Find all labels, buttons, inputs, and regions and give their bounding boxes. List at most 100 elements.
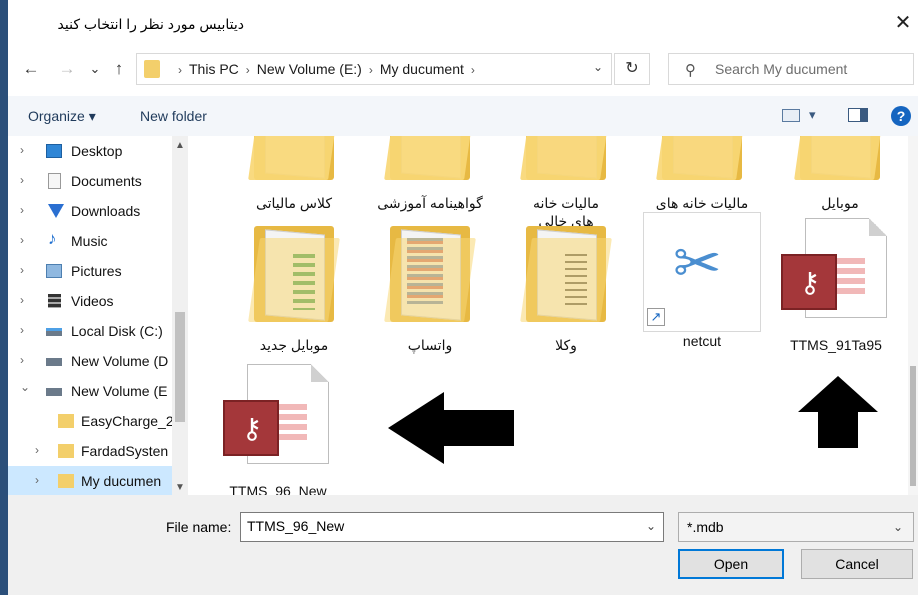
chevron-right-icon[interactable]: › bbox=[20, 203, 24, 217]
scroll-down-icon[interactable]: ▼ bbox=[175, 482, 185, 493]
address-dropdown-icon[interactable]: ⌄ bbox=[593, 60, 603, 74]
folder-thumbnail bbox=[384, 136, 476, 186]
chevron-right-icon[interactable]: › bbox=[20, 323, 24, 337]
file-item-folder[interactable]: موبایل جدید bbox=[232, 218, 356, 354]
close-icon[interactable]: ✕ bbox=[888, 10, 918, 36]
pictures-icon bbox=[46, 264, 62, 278]
chevron-right-icon[interactable]: › bbox=[35, 473, 39, 487]
forward-icon[interactable]: → bbox=[56, 58, 78, 80]
dialog-footer: File name: TTMS_96_New ⌄ *.mdb ⌄ Open Ca… bbox=[8, 495, 918, 595]
breadcrumb: › This PC › New Volume (E:) › My ducument › bbox=[171, 61, 482, 77]
chevron-right-icon[interactable]: › bbox=[20, 143, 24, 157]
scrollbar-thumb[interactable] bbox=[910, 366, 916, 486]
back-icon[interactable]: ← bbox=[20, 58, 42, 80]
sidebar-item-label: Downloads bbox=[71, 203, 141, 219]
file-item-access-database[interactable]: ⚷ TTMS_91Ta95 bbox=[774, 218, 898, 354]
cancel-button[interactable]: Cancel bbox=[801, 549, 913, 579]
access-thumbnail: ⚷ bbox=[223, 364, 333, 474]
scissors-icon: ✂ bbox=[673, 231, 722, 296]
navigation-pane: › Desktop › Documents › Downloads › ♪ Mu… bbox=[8, 136, 172, 495]
file-item-label: واتساپ bbox=[407, 337, 453, 353]
sidebar-item-easycharge[interactable]: EasyCharge_2 bbox=[8, 406, 172, 436]
sidebar-item-my-document[interactable]: › My ducumen bbox=[8, 466, 172, 495]
sidebar-item-music[interactable]: › ♪ Music bbox=[8, 226, 172, 256]
file-list-scrollbar[interactable] bbox=[908, 136, 918, 495]
navigation-scrollbar[interactable]: ▲ ▼ bbox=[172, 136, 188, 495]
file-item-folder[interactable]: واتساپ bbox=[368, 218, 492, 354]
access-thumbnail: ⚷ bbox=[781, 218, 891, 328]
file-name-dropdown-icon[interactable]: ⌄ bbox=[646, 519, 656, 533]
folder-thumbnail bbox=[520, 218, 612, 328]
sidebar-item-pictures[interactable]: › Pictures bbox=[8, 256, 172, 286]
file-item-access-database[interactable]: ⚷ TTMS_96_New bbox=[216, 364, 340, 495]
file-item-label: موبایل جدید bbox=[259, 337, 329, 353]
sidebar-item-new-volume-d[interactable]: › New Volume (D bbox=[8, 346, 172, 376]
scrollbar-thumb[interactable] bbox=[175, 312, 185, 422]
chevron-right-icon[interactable]: › bbox=[20, 173, 24, 187]
file-item-shortcut[interactable]: ✂ ↗ netcut bbox=[640, 212, 764, 350]
search-box[interactable]: ⚲ bbox=[668, 53, 914, 85]
sidebar-item-videos[interactable]: › Videos bbox=[8, 286, 172, 316]
music-icon: ♪ bbox=[48, 229, 57, 248]
file-item-folder[interactable]: کلاس مالیاتی bbox=[232, 136, 356, 212]
file-item-label: گواهینامه آموزشی bbox=[377, 195, 483, 211]
help-icon[interactable]: ? bbox=[891, 106, 911, 126]
sidebar-item-new-volume-e[interactable]: ⌄ New Volume (E bbox=[8, 376, 172, 406]
sidebar-item-documents[interactable]: › Documents bbox=[8, 166, 172, 196]
preview-pane-icon[interactable] bbox=[848, 108, 868, 122]
sidebar-item-desktop[interactable]: › Desktop bbox=[8, 136, 172, 166]
search-input[interactable] bbox=[715, 54, 911, 84]
recent-locations-icon[interactable]: ⌄ bbox=[84, 58, 106, 80]
breadcrumb-separator[interactable]: › bbox=[246, 63, 250, 77]
drive-icon bbox=[46, 388, 62, 396]
folder-thumbnail bbox=[384, 218, 476, 328]
breadcrumb-new-volume[interactable]: New Volume (E:) bbox=[257, 61, 362, 77]
view-dropdown-icon[interactable]: ▾ bbox=[809, 107, 816, 127]
file-item-label: netcut bbox=[682, 333, 722, 349]
breadcrumb-separator[interactable]: › bbox=[471, 63, 475, 77]
folder-thumbnail bbox=[656, 136, 748, 186]
chevron-right-icon[interactable]: › bbox=[20, 263, 24, 277]
up-icon[interactable]: ↑ bbox=[108, 58, 130, 80]
organize-button[interactable]: Organize ▾ bbox=[28, 108, 96, 125]
breadcrumb-my-document[interactable]: My ducument bbox=[380, 61, 464, 77]
new-folder-button[interactable]: New folder bbox=[140, 108, 207, 124]
documents-icon bbox=[48, 173, 61, 189]
file-item-folder[interactable]: گواهینامه آموزشی bbox=[368, 136, 492, 212]
file-item-label: موبایل bbox=[821, 195, 859, 211]
file-item-folder[interactable]: موبایل bbox=[778, 136, 902, 212]
open-button[interactable]: Open bbox=[678, 549, 784, 579]
chevron-right-icon[interactable]: › bbox=[20, 353, 24, 367]
sidebar-item-label: Pictures bbox=[71, 263, 122, 279]
chevron-right-icon[interactable]: › bbox=[35, 443, 39, 457]
file-list: کلاس مالیاتی گواهینامه آموزشی مالیات خان… bbox=[188, 136, 908, 495]
search-icon: ⚲ bbox=[685, 62, 696, 79]
sidebar-item-label: Videos bbox=[71, 293, 114, 309]
scroll-up-icon[interactable]: ▲ bbox=[175, 140, 185, 151]
breadcrumb-separator[interactable]: › bbox=[369, 63, 373, 77]
sidebar-item-label: Desktop bbox=[71, 143, 123, 159]
sidebar-item-local-disk-c[interactable]: › Local Disk (C:) bbox=[8, 316, 172, 346]
refresh-button[interactable]: ↻ bbox=[614, 53, 650, 85]
sidebar-item-label: My ducumen bbox=[81, 473, 162, 489]
sidebar-item-label: Music bbox=[71, 233, 108, 249]
folder-icon bbox=[58, 474, 74, 488]
file-name-input[interactable]: TTMS_96_New bbox=[240, 512, 664, 542]
navigation-bar: ← → ⌄ ↑ › This PC › New Volume (E:) › My ducu… bbox=[8, 44, 918, 96]
sidebar-item-downloads[interactable]: › Downloads bbox=[8, 196, 172, 226]
file-item-label: وکلا bbox=[555, 337, 577, 353]
file-item-folder[interactable]: مالیات خانه های خالی bbox=[504, 136, 628, 230]
folder-thumbnail bbox=[520, 136, 612, 186]
chevron-right-icon[interactable]: › bbox=[20, 293, 24, 307]
change-view-icon[interactable] bbox=[782, 109, 800, 122]
address-bar[interactable]: › This PC › New Volume (E:) › My ducument › ⌄ bbox=[136, 53, 612, 85]
folder-thumbnail bbox=[248, 136, 340, 186]
shortcut-arrow-icon: ↗ bbox=[647, 308, 665, 326]
folder-icon bbox=[58, 444, 74, 458]
breadcrumb-this-pc[interactable]: This PC bbox=[189, 61, 239, 77]
chevron-right-icon[interactable]: › bbox=[20, 233, 24, 247]
chevron-down-icon[interactable]: ⌄ bbox=[20, 380, 30, 394]
file-type-select[interactable]: *.mdb ⌄ bbox=[678, 512, 914, 542]
sidebar-item-fardadsystem[interactable]: › FardadSysten bbox=[8, 436, 172, 466]
file-item-folder[interactable]: وکلا bbox=[504, 218, 628, 354]
